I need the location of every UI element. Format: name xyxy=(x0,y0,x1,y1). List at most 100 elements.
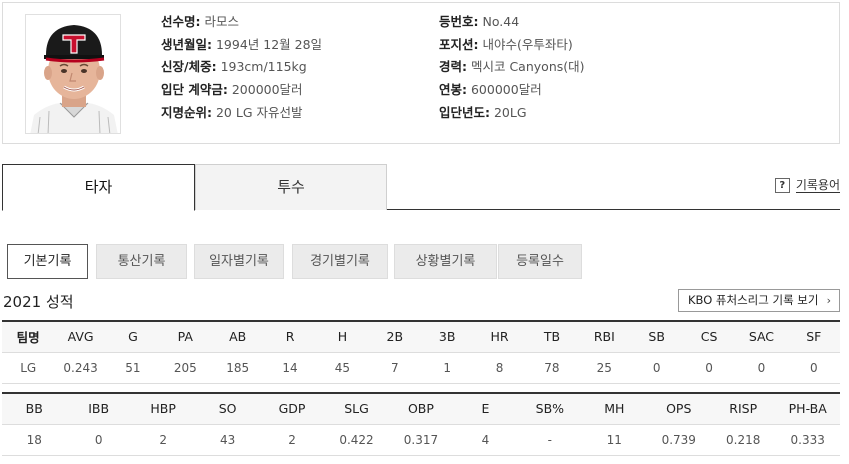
column-header[interactable]: SB% xyxy=(517,392,583,425)
column-header[interactable]: HBP xyxy=(130,392,196,425)
table-cell: 0.218 xyxy=(710,424,776,456)
player-photo xyxy=(25,14,121,134)
column-header[interactable]: MH xyxy=(582,392,647,425)
table-cell: 0 xyxy=(630,352,683,384)
info-position-row: 포지션: 내야수(우투좌타) xyxy=(439,34,585,57)
column-header[interactable]: G xyxy=(106,320,160,353)
table-cell: 51 xyxy=(106,352,160,384)
info-label: 지명순위: xyxy=(161,104,212,120)
table-cell: 0 xyxy=(682,352,736,384)
column-header[interactable]: HR xyxy=(473,320,526,353)
column-header[interactable]: PH-BA xyxy=(775,392,840,425)
stats-table-basic: 팀명 AVG G PA AB R H 2B 3B HR TB RBI SB CS… xyxy=(2,320,840,384)
tab-batter[interactable]: 타자 xyxy=(2,164,195,211)
futures-record-button[interactable]: KBO 퓨처스리그 기록 보기 › xyxy=(678,289,840,312)
table-cell: - xyxy=(517,424,583,456)
column-header[interactable]: PA xyxy=(159,320,212,353)
player-career: 멕시코 Canyons(대) xyxy=(470,59,585,75)
player-draft: 20 LG 자유선발 xyxy=(215,104,303,120)
table-cell: 45 xyxy=(316,352,369,384)
column-header[interactable]: GDP xyxy=(259,392,325,425)
table-cell: 0.739 xyxy=(646,424,711,456)
table-cell: 0.317 xyxy=(388,424,454,456)
subtab-basic[interactable]: 기본기록 xyxy=(7,244,88,279)
info-label: 생년월일: xyxy=(161,36,212,52)
info-body-row: 신장/체중: 193cm/115kg xyxy=(161,56,322,79)
column-header[interactable]: SB xyxy=(630,320,683,353)
table-cell: 2 xyxy=(130,424,196,456)
subtab-game[interactable]: 경기별기록 xyxy=(292,244,388,279)
player-position: 내야수(우투좌타) xyxy=(482,36,573,52)
info-career-row: 경력: 멕시코 Canyons(대) xyxy=(439,56,585,79)
table-cell: 43 xyxy=(195,424,260,456)
info-name-row: 선수명: 라모스 xyxy=(161,11,322,34)
table-cell: 1 xyxy=(421,352,474,384)
table-cell: 78 xyxy=(525,352,579,384)
subtab-registration[interactable]: 등록일수 xyxy=(498,244,582,279)
player-birth: 1994년 12월 28일 xyxy=(215,36,323,52)
info-birth-row: 생년월일: 1994년 12월 28일 xyxy=(161,34,322,57)
column-header[interactable]: CS xyxy=(682,320,736,353)
player-info-right: 등번호: No.44 포지션: 내야수(우투좌타) 경력: 멕시코 Canyon… xyxy=(439,11,585,125)
player-body: 193cm/115kg xyxy=(220,59,307,75)
season-title: 2021 성적 xyxy=(3,293,74,311)
column-header[interactable]: 2B xyxy=(368,320,421,353)
table-cell: 11 xyxy=(582,424,647,456)
column-header[interactable]: OPS xyxy=(646,392,711,425)
table-cell: 0 xyxy=(735,352,788,384)
table-cell: 0 xyxy=(787,352,840,384)
table-cell: 0 xyxy=(66,424,131,456)
column-header[interactable]: IBB xyxy=(66,392,131,425)
info-label: 경력: xyxy=(439,59,467,75)
column-header[interactable]: RISP xyxy=(710,392,776,425)
chevron-right-icon: › xyxy=(826,294,831,307)
table-cell: 0.243 xyxy=(54,352,107,384)
table-cell: LG xyxy=(2,352,55,384)
table-cell: 18 xyxy=(2,424,67,456)
column-header[interactable]: E xyxy=(453,392,518,425)
info-label: 입단 계약금: xyxy=(161,82,228,98)
player-name: 라모스 xyxy=(204,14,239,29)
column-header[interactable]: SAC xyxy=(735,320,788,353)
info-label: 입단년도: xyxy=(439,104,490,120)
column-header[interactable]: RBI xyxy=(578,320,631,353)
column-header[interactable]: AVG xyxy=(54,320,107,353)
column-header[interactable]: 팀명 xyxy=(2,320,55,353)
table-cell: 185 xyxy=(211,352,264,384)
column-header[interactable]: BB xyxy=(2,392,67,425)
column-header[interactable]: TB xyxy=(525,320,579,353)
stats-table-extended: BB IBB HBP SO GDP SLG OBP E SB% MH OPS R… xyxy=(2,392,840,456)
player-bonus: 200000달러 xyxy=(231,82,303,98)
table-cell: 0.333 xyxy=(775,424,840,456)
subtab-career[interactable]: 통산기록 xyxy=(96,244,187,279)
futures-button-label: KBO 퓨처스리그 기록 보기 xyxy=(688,293,819,307)
column-header[interactable]: SLG xyxy=(324,392,389,425)
table-cell: 8 xyxy=(473,352,526,384)
column-header[interactable]: AB xyxy=(211,320,264,353)
glossary-link[interactable]: ? 기록용어 xyxy=(774,178,840,193)
column-header[interactable]: H xyxy=(316,320,369,353)
table-cell: 0.422 xyxy=(324,424,389,456)
subtab-situation[interactable]: 상황별기록 xyxy=(394,244,497,279)
info-label: 연봉: xyxy=(439,82,467,98)
subtab-daily[interactable]: 일자별기록 xyxy=(194,244,284,279)
column-header[interactable]: 3B xyxy=(421,320,474,353)
table-row: LG 0.243 51 205 185 14 45 7 1 8 78 25 0 … xyxy=(2,352,840,384)
column-header[interactable]: R xyxy=(263,320,317,353)
info-label: 등번호: xyxy=(439,14,479,29)
column-header[interactable]: SO xyxy=(195,392,260,425)
column-header[interactable]: OBP xyxy=(388,392,454,425)
info-salary-row: 연봉: 600000달러 xyxy=(439,79,585,102)
player-join-year: 20LG xyxy=(493,104,527,120)
player-number: No.44 xyxy=(482,14,520,29)
player-info-left: 선수명: 라모스 생년월일: 1994년 12월 28일 신장/체중: 193c… xyxy=(161,11,322,125)
question-icon: ? xyxy=(774,178,790,193)
table-cell: 2 xyxy=(259,424,325,456)
table-cell: 14 xyxy=(263,352,317,384)
table-cell: 25 xyxy=(578,352,631,384)
info-label: 선수명: xyxy=(161,14,201,29)
tab-pitcher[interactable]: 투수 xyxy=(195,164,387,210)
column-header[interactable]: SF xyxy=(787,320,840,353)
info-number-row: 등번호: No.44 xyxy=(439,11,585,34)
table-cell: 7 xyxy=(368,352,421,384)
